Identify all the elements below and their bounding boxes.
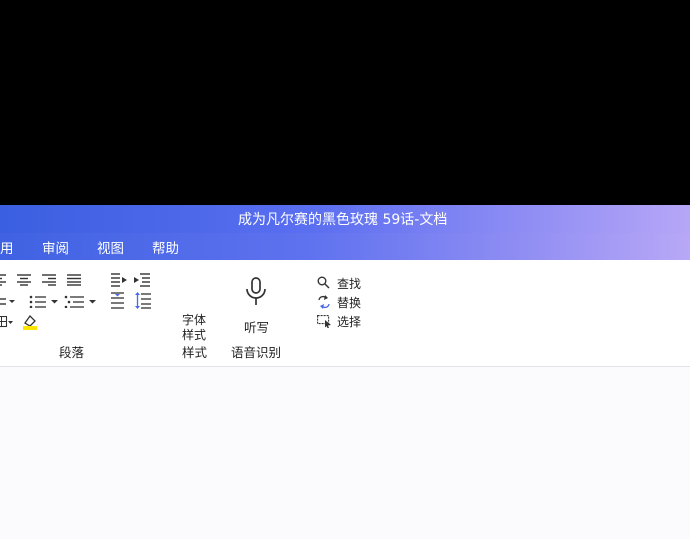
window-title: 成为凡尔赛的黑色玫瑰 59话-文档 <box>238 212 448 228</box>
borders-icon[interactable] <box>0 316 14 328</box>
search-icon[interactable] <box>317 276 330 289</box>
voice-group-label: 语音识别 <box>231 345 282 360</box>
tab-help[interactable]: 帮助 <box>152 237 179 257</box>
replace-button[interactable]: 替换 <box>337 294 361 311</box>
document-canvas[interactable] <box>0 367 690 539</box>
styles-group-label: 样式 <box>182 345 208 360</box>
tab-review[interactable]: 审阅 <box>42 237 69 257</box>
align-left-icon[interactable] <box>0 274 8 286</box>
align-center-icon[interactable] <box>17 274 31 286</box>
font-style-line2[interactable]: 样式 <box>182 326 206 343</box>
paragraph-spacing-icon[interactable] <box>135 292 151 310</box>
justify-icon[interactable] <box>67 274 81 286</box>
find-button[interactable]: 查找 <box>337 275 361 292</box>
tab-view[interactable]: 视图 <box>97 237 124 257</box>
title-bar: 成为凡尔赛的黑色玫瑰 59话-文档 <box>0 205 690 233</box>
line-spacing-icon[interactable] <box>111 292 125 310</box>
select-icon[interactable] <box>317 315 332 328</box>
replace-icon[interactable] <box>317 295 331 309</box>
align-right-icon[interactable] <box>42 274 56 286</box>
numbering-icon[interactable] <box>29 294 61 308</box>
increase-indent-icon[interactable] <box>134 273 150 287</box>
microphone-icon[interactable] <box>244 277 268 307</box>
multilevel-list-icon[interactable] <box>64 294 98 308</box>
shading-icon[interactable] <box>22 314 38 331</box>
paragraph-group-label: 段落 <box>59 345 85 360</box>
select-button[interactable]: 选择 <box>337 313 361 330</box>
ribbon: 段落 字体 样式 样式 听写 语音识别 查找 替换 选择 <box>0 260 690 367</box>
ribbon-tabs: 用 审阅 视图 帮助 <box>0 233 690 260</box>
tab-use[interactable]: 用 <box>0 237 14 257</box>
dictate-button[interactable]: 听写 <box>244 317 269 336</box>
bullets-icon[interactable] <box>0 296 16 306</box>
ltr-icon[interactable] <box>111 273 127 287</box>
